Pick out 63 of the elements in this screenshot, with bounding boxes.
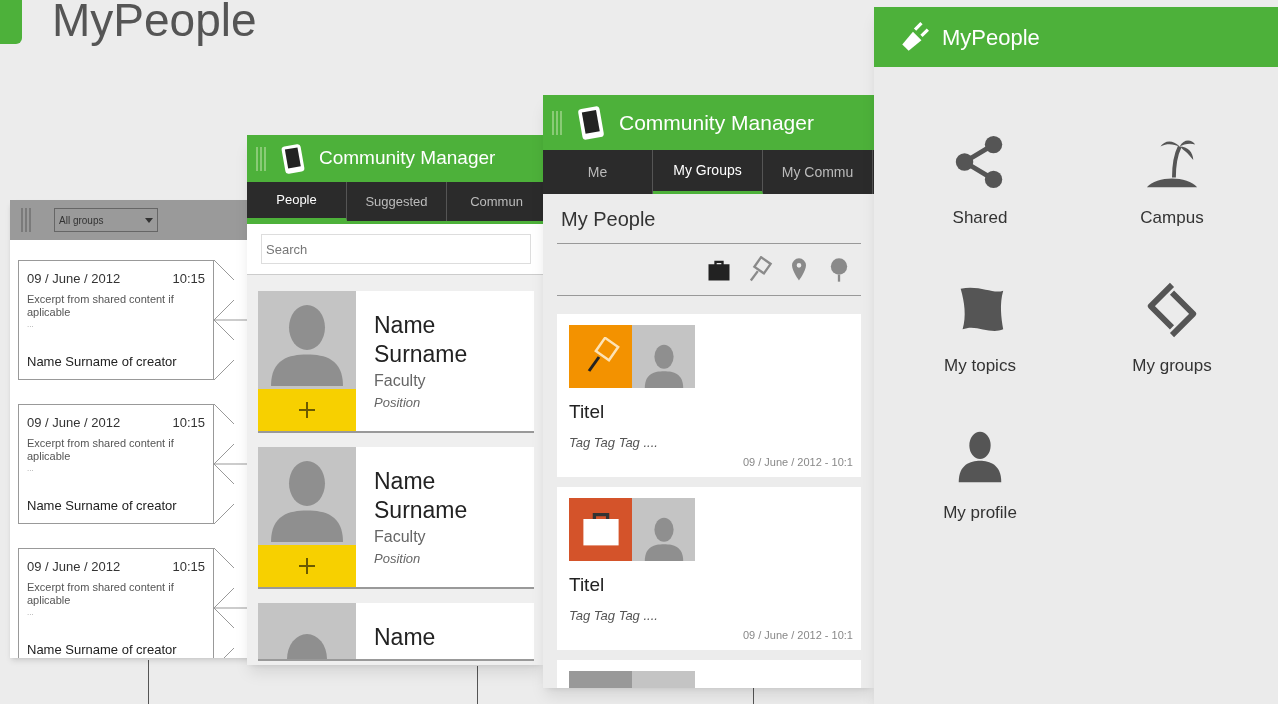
date-text: 09 / June / 2012 [27, 270, 121, 288]
tab[interactable]: Suggested [347, 182, 447, 221]
group-date: 09 / June / 2012 - 10:1 [742, 455, 853, 470]
person-surname: Surname [374, 496, 468, 525]
group-tags: Tag Tag Tag .... [569, 605, 849, 625]
person-name: Name [374, 467, 437, 496]
group-card[interactable]: Titel Tag Tag Tag .... 09 / June / 2012 - 10:1 [557, 487, 861, 650]
tab[interactable]: Me [543, 150, 653, 194]
menu-item[interactable]: Campus [1076, 133, 1268, 231]
tab[interactable]: My Commu [763, 150, 873, 194]
menu-item[interactable]: My profile [884, 428, 1076, 526]
time-text: 10:15 [172, 270, 205, 288]
person-position: Position [374, 550, 422, 568]
person-name: Name [374, 623, 436, 652]
group-title: Titel [569, 400, 606, 424]
app-title: Community Manager [319, 146, 496, 171]
person-card[interactable]: Name [258, 603, 534, 659]
creator-text: Name Surname of creator [27, 352, 178, 371]
avatar-tile [632, 671, 695, 688]
dropdown-caret-icon [145, 217, 153, 223]
person-head-icon [287, 634, 327, 659]
group-dropdown[interactable]: All groups [54, 208, 158, 232]
time-text: 10:15 [172, 558, 205, 576]
person-faculty: Faculty [374, 371, 427, 391]
menu-item[interactable]: My topics [884, 280, 1076, 378]
person-faculty: Faculty [374, 527, 427, 547]
excerpt-text: Excerpt from shared content if aplicable [27, 436, 175, 463]
drag-handle-icon[interactable] [255, 146, 267, 171]
ellipsis-text: ... [27, 606, 35, 619]
excerpt-text: Excerpt from shared content if aplicable [27, 580, 175, 607]
slide-title: MyPeople [52, 0, 257, 46]
app-title: Community Manager [619, 109, 814, 136]
group-title: Titel [569, 573, 606, 597]
plus-icon [297, 400, 317, 420]
date-text: 09 / June / 2012 [27, 414, 121, 432]
person-position: Position [374, 394, 422, 412]
plus-icon [297, 556, 317, 576]
creator-text: Name Surname of creator [27, 640, 178, 658]
search-field[interactable]: Search [261, 234, 531, 264]
category-tile [569, 671, 632, 688]
drag-handle-icon[interactable] [551, 110, 563, 135]
people-dropdown[interactable]: My People [557, 194, 861, 244]
app-title: MyPeople [942, 23, 1040, 52]
group-tags: Tag Tag Tag .... [569, 432, 849, 452]
group-card[interactable]: Titel Tag Tag Tag .... 09 / June / 2012 - 10:1 [557, 314, 861, 477]
ellipsis-text: ... [27, 462, 35, 475]
person-card[interactable]: Name Surname Faculty Position [258, 291, 534, 431]
drag-handle-icon[interactable] [18, 208, 34, 232]
date-text: 09 / June / 2012 [27, 558, 121, 576]
tab[interactable]: My Groups [653, 150, 763, 194]
logo-tile [0, 0, 22, 44]
ellipsis-text: ... [27, 318, 35, 331]
person-card[interactable]: Name Surname Faculty Position [258, 447, 534, 587]
person-surname: Surname [374, 340, 468, 369]
menu-item[interactable]: My groups [1076, 280, 1268, 378]
excerpt-text: Excerpt from shared content if aplicable [27, 292, 175, 319]
creator-text: Name Surname of creator [27, 496, 178, 515]
tab[interactable]: People [247, 182, 347, 221]
menu-item[interactable]: Shared [884, 133, 1076, 231]
time-text: 10:15 [172, 414, 205, 432]
group-card[interactable] [557, 660, 861, 688]
person-name: Name [374, 311, 437, 340]
group-date: 09 / June / 2012 - 10:1 [742, 628, 853, 643]
